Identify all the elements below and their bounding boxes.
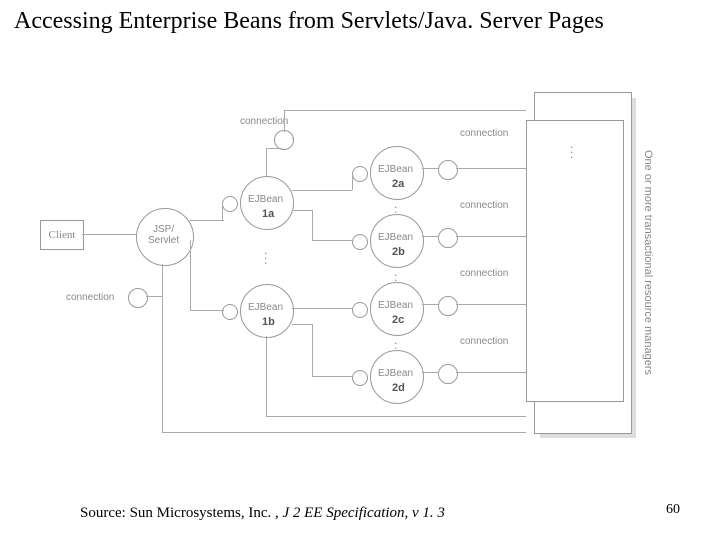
edge: [190, 310, 224, 311]
edge: [284, 110, 285, 132]
conn-circle: [438, 160, 458, 180]
connection-label: connection: [240, 116, 288, 127]
edge: [162, 264, 163, 432]
label-2a: 2a: [392, 178, 404, 190]
edge: [266, 416, 526, 417]
edge: [82, 234, 136, 235]
edge: [292, 210, 312, 211]
iface-circle: [352, 166, 368, 182]
edge: [292, 324, 312, 325]
ejbean-label: EJBean: [378, 300, 413, 311]
edge: [266, 148, 267, 176]
edge: [266, 336, 267, 416]
conn-circle: [274, 130, 294, 150]
client-box: Client: [40, 220, 84, 250]
page-number: 60: [666, 502, 680, 518]
edge: [456, 236, 526, 237]
jsp-servlet-label: JSP/ Servlet: [148, 224, 179, 246]
rm-label: One or more transactional resource manag…: [642, 150, 654, 375]
conn-circle: [128, 288, 148, 308]
edge: [456, 168, 526, 169]
iface-circle: [222, 196, 238, 212]
edge: [312, 210, 313, 240]
edge: [190, 220, 191, 221]
edge: [162, 432, 526, 433]
edge: [312, 324, 313, 376]
connection-label: connection: [66, 292, 114, 303]
source-italic: J 2 EE Specification, v 1. 3: [282, 505, 444, 521]
edge: [456, 304, 526, 305]
vdots: ...: [570, 142, 573, 157]
connection-label: connection: [460, 200, 508, 211]
edge: [284, 110, 526, 111]
slide-title: Accessing Enterprise Beans from Servlets…: [14, 8, 604, 35]
edge: [146, 296, 162, 297]
rm-front: [526, 120, 624, 402]
connection-label: connection: [460, 128, 508, 139]
edge: [292, 190, 352, 191]
conn-circle: [438, 296, 458, 316]
edge: [292, 308, 352, 309]
connection-label: connection: [460, 336, 508, 347]
conn-circle: [438, 228, 458, 248]
ejbean-label: EJBean: [378, 232, 413, 243]
conn-circle: [438, 364, 458, 384]
source-citation: Source: Sun Microsystems, Inc. , J 2 EE …: [80, 505, 445, 522]
ejbean-label: EJBean: [248, 302, 283, 313]
iface-circle: [352, 370, 368, 386]
label-2c: 2c: [392, 314, 404, 326]
source-prefix: Source: Sun Microsystems, Inc. ,: [80, 505, 282, 521]
edge: [352, 172, 353, 190]
label-1a: 1a: [262, 208, 274, 220]
label-2b: 2b: [392, 246, 405, 258]
architecture-diagram: One or more transactional resource manag…: [40, 80, 680, 460]
edge: [292, 138, 293, 139]
edge: [266, 148, 282, 149]
iface-circle: [222, 304, 238, 320]
connection-label: connection: [460, 268, 508, 279]
ejbean-label: EJBean: [248, 194, 283, 205]
label-2d: 2d: [392, 382, 405, 394]
edge: [422, 372, 438, 373]
iface-circle: [352, 302, 368, 318]
ejbean-label: EJBean: [378, 164, 413, 175]
edge: [422, 304, 438, 305]
edge: [456, 372, 526, 373]
edge: [162, 296, 163, 297]
edge: [422, 236, 438, 237]
edge: [190, 240, 191, 310]
iface-circle: [352, 234, 368, 250]
label-1b: 1b: [262, 316, 275, 328]
edge: [190, 220, 224, 221]
edge: [422, 168, 438, 169]
edge: [222, 203, 223, 221]
vdots: ...: [264, 248, 267, 263]
edge: [312, 240, 352, 241]
edge: [312, 376, 352, 377]
ejbean-label: EJBean: [378, 368, 413, 379]
